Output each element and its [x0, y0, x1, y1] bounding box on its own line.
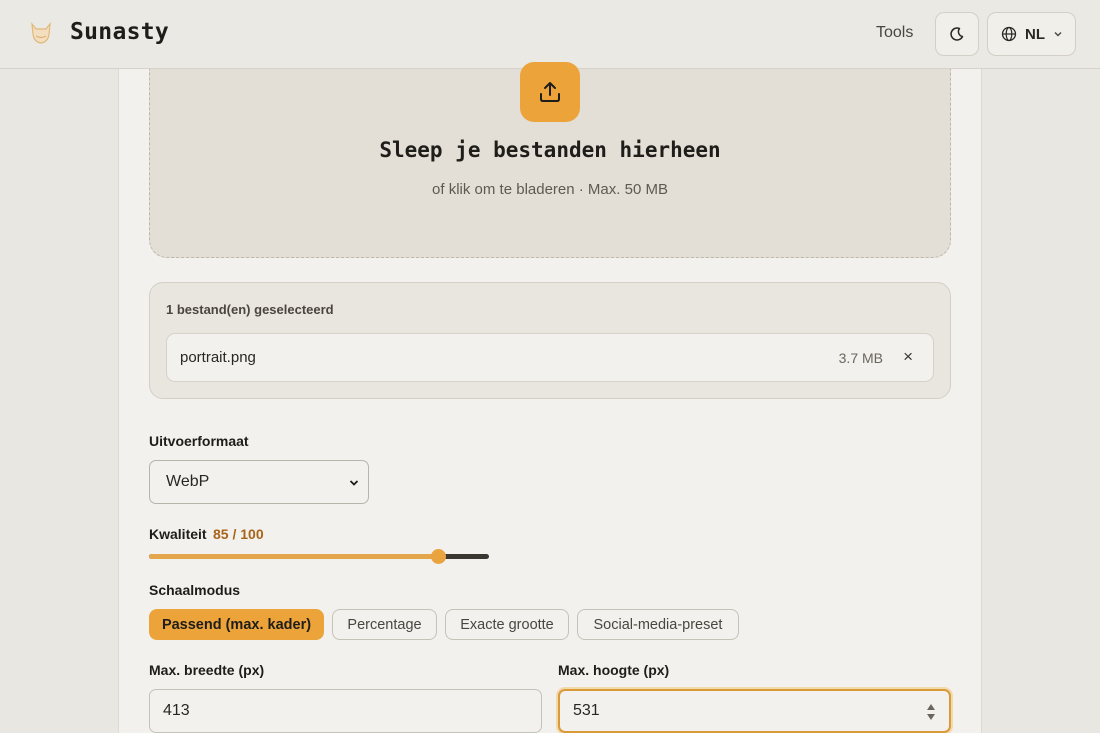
- moon-icon: [950, 27, 964, 41]
- chevron-down-icon: [1054, 32, 1062, 37]
- max-width-label: Max. breedte (px): [149, 662, 265, 678]
- language-select-button[interactable]: NL: [987, 12, 1076, 56]
- max-width-input[interactable]: 413: [149, 689, 542, 733]
- file-size: 3.7 MB: [838, 350, 883, 366]
- output-format-label: Uitvoerformaat: [149, 433, 249, 449]
- globe-icon: [1001, 26, 1017, 42]
- nav-tools-link[interactable]: Tools: [876, 24, 913, 42]
- max-width-value: 413: [163, 702, 190, 719]
- remove-file-button[interactable]: ×: [903, 347, 913, 367]
- quality-slider-thumb[interactable]: [431, 549, 446, 564]
- stepper-icon[interactable]: [925, 701, 937, 723]
- max-height-input[interactable]: 531: [558, 689, 951, 733]
- quality-label: Kwaliteit: [149, 526, 207, 542]
- file-name: portrait.png: [180, 349, 256, 366]
- max-height-value: 531: [573, 702, 600, 719]
- top-header: Sunasty Tools NL: [0, 0, 1100, 69]
- files-count-label: 1 bestand(en) geselecteerd: [166, 302, 334, 317]
- file-list-item: portrait.png 3.7 MB ×: [166, 333, 934, 382]
- fox-logo-icon[interactable]: [26, 18, 56, 48]
- scale-mode-social-button[interactable]: Social-media-preset: [577, 609, 739, 640]
- quality-slider-fill: [149, 554, 438, 559]
- quality-value: 85 / 100: [213, 526, 264, 542]
- scale-mode-exact-button[interactable]: Exacte grootte: [445, 609, 569, 640]
- scale-mode-percentage-button[interactable]: Percentage: [332, 609, 437, 640]
- language-label: NL: [1025, 25, 1045, 43]
- theme-toggle-button[interactable]: [935, 12, 979, 56]
- upload-icon: [540, 82, 560, 102]
- quality-slider[interactable]: [149, 549, 489, 564]
- scale-mode-label: Schaalmodus: [149, 582, 241, 598]
- max-height-label: Max. hoogte (px): [558, 662, 670, 678]
- dropzone-subtitle: of klik om te bladeren · Max. 50 MB: [432, 181, 668, 198]
- upload-button[interactable]: [520, 62, 580, 122]
- brand-name[interactable]: Sunasty: [70, 19, 169, 45]
- chevron-down-icon: [349, 480, 359, 486]
- output-format-select[interactable]: WebP: [149, 460, 369, 504]
- scale-mode-fit-button[interactable]: Passend (max. kader): [149, 609, 324, 640]
- output-format-value: WebP: [166, 473, 210, 490]
- dropzone-title: Sleep je bestanden hierheen: [379, 138, 721, 162]
